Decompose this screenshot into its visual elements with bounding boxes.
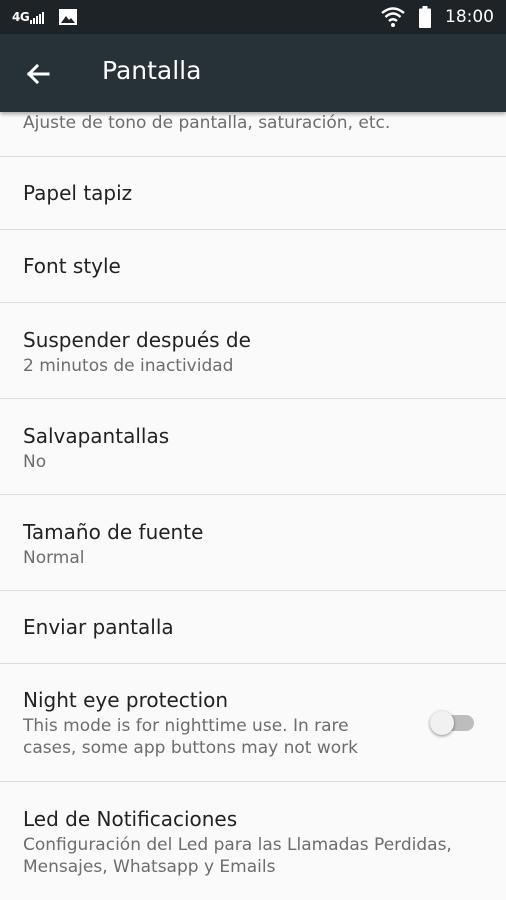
settings-item-cast-screen[interactable]: Enviar pantalla xyxy=(0,591,506,664)
settings-item-summary: No xyxy=(23,452,47,472)
network-indicator: 4G xyxy=(12,10,45,24)
wifi-icon xyxy=(381,7,405,27)
settings-item-wallpaper[interactable]: Papel tapiz xyxy=(0,157,506,230)
settings-item-title: Suspender después de xyxy=(23,328,251,352)
status-left: 4G xyxy=(12,8,78,26)
settings-item-sleep[interactable]: Suspender después de 2 minutos de inacti… xyxy=(0,303,506,399)
settings-list: Ajuste de tono de pantalla, saturación, … xyxy=(0,112,506,900)
settings-item-summary: 2 minutos de inactividad xyxy=(23,356,234,376)
settings-item-summary: Normal xyxy=(23,548,85,568)
settings-item-summary-line: cases, some app buttons may not work xyxy=(23,738,358,758)
settings-item-summary-line: Mensajes, Whatsapp y Emails xyxy=(23,857,276,877)
settings-item-screensaver[interactable]: Salvapantallas No xyxy=(0,399,506,495)
night-eye-toggle[interactable] xyxy=(430,708,478,736)
status-bar: 4G 18:00 xyxy=(0,0,506,34)
settings-item-title: Enviar pantalla xyxy=(23,615,174,639)
settings-item-title: Led de Notificaciones xyxy=(23,807,238,831)
settings-item-summary-line: Configuración del Led para las Llamadas … xyxy=(23,835,452,855)
toggle-thumb xyxy=(430,711,454,735)
settings-item-night-eye[interactable]: Night eye protection This mode is for ni… xyxy=(0,664,506,782)
settings-item-font-size[interactable]: Tamaño de fuente Normal xyxy=(0,495,506,591)
image-notification-icon xyxy=(59,9,78,25)
settings-item-title: Salvapantallas xyxy=(23,424,170,448)
arrow-back-icon xyxy=(26,63,50,85)
settings-item-title: Papel tapiz xyxy=(23,181,133,205)
settings-item-title: Night eye protection xyxy=(23,688,229,712)
network-type: 4G xyxy=(12,10,30,24)
settings-item-led-notifications[interactable]: Led de Notificaciones Configuración del … xyxy=(0,782,506,900)
settings-item-summary: Ajuste de tono de pantalla, saturación, … xyxy=(23,113,391,133)
settings-item-title: Tamaño de fuente xyxy=(23,520,204,544)
battery-icon xyxy=(419,6,431,28)
settings-item-font-style[interactable]: Font style xyxy=(0,230,506,303)
settings-item-title: Font style xyxy=(23,254,121,278)
page-title: Pantalla xyxy=(102,56,202,85)
settings-item-display-tuning[interactable]: Ajuste de tono de pantalla, saturación, … xyxy=(0,112,506,157)
signal-icon xyxy=(30,12,45,24)
back-button[interactable] xyxy=(22,58,54,90)
clock: 18:00 xyxy=(445,7,494,27)
app-bar: Pantalla xyxy=(0,34,506,112)
status-right: 18:00 xyxy=(381,6,494,28)
settings-item-summary-line: This mode is for nighttime use. In rare xyxy=(23,716,349,736)
